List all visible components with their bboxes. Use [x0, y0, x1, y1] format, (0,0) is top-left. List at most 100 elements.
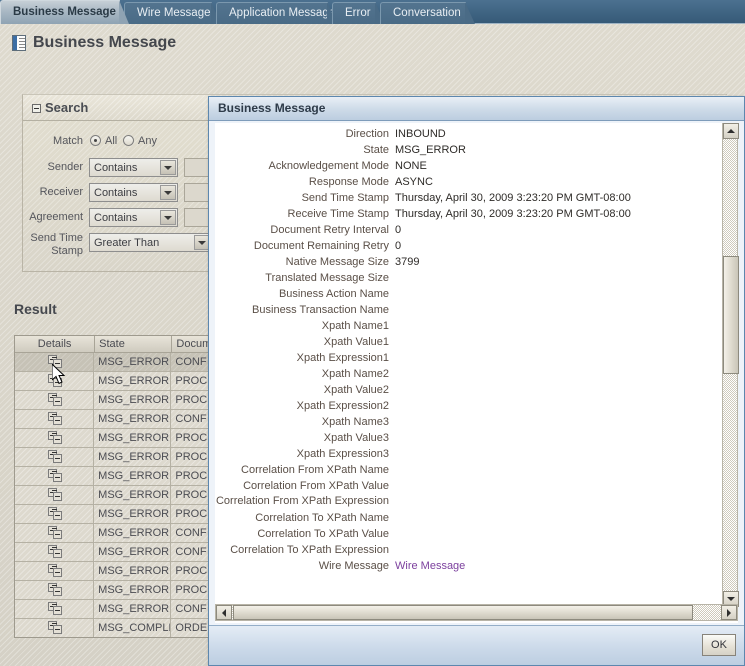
- property-row: Send Time Stamp Thursday, April 30, 2009 …: [215, 190, 705, 206]
- expand-details-icon[interactable]: [48, 469, 63, 483]
- property-label: Xpath Expression3: [296, 448, 389, 460]
- expand-details-icon[interactable]: [48, 621, 63, 635]
- ok-button[interactable]: OK: [702, 634, 736, 656]
- chevron-down-icon[interactable]: [160, 210, 176, 225]
- collapse-minus-icon[interactable]: [32, 104, 41, 113]
- table-row[interactable]: MSG_ERROR CONF: [15, 410, 213, 429]
- table-row[interactable]: MSG_COMPLETEORDE: [15, 619, 213, 637]
- property-row: Correlation From XPath Value: [215, 478, 705, 494]
- tab-wire-message[interactable]: Wire Message: [124, 2, 221, 24]
- scroll-up-button[interactable]: [723, 123, 739, 139]
- property-label: Xpath Value1: [323, 336, 389, 348]
- expand-details-icon[interactable]: [48, 488, 63, 502]
- radio-match-all[interactable]: [90, 135, 101, 146]
- property-label: Business Transaction Name: [252, 304, 389, 316]
- cell-details[interactable]: [15, 524, 95, 542]
- chevron-down-icon[interactable]: [160, 185, 176, 200]
- expand-details-icon[interactable]: [48, 431, 63, 445]
- cell-state: MSG_ERROR: [94, 467, 172, 485]
- property-value: ASYNC: [395, 176, 433, 188]
- send-time-stamp-operator-select[interactable]: Greater Than: [89, 233, 212, 252]
- cell-details[interactable]: [15, 391, 95, 409]
- cell-details[interactable]: [15, 581, 95, 599]
- expand-details-icon[interactable]: [48, 450, 63, 464]
- cell-state: MSG_ERROR: [94, 505, 172, 523]
- cell-details[interactable]: [15, 505, 95, 523]
- cell-details[interactable]: [15, 429, 95, 447]
- cell-details[interactable]: [15, 600, 95, 618]
- property-label: Xpath Value3: [323, 432, 389, 444]
- cell-document: ORDE: [175, 622, 208, 634]
- chevron-down-icon[interactable]: [160, 160, 176, 175]
- table-row[interactable]: MSG_ERROR PROC: [15, 391, 213, 410]
- property-row: Document Retry Interval 0: [215, 222, 705, 238]
- wire-message-link[interactable]: Wire Message: [395, 558, 705, 574]
- table-row[interactable]: MSG_ERROR PROC: [15, 581, 213, 600]
- cell-details[interactable]: [15, 619, 95, 637]
- expand-details-icon[interactable]: [48, 602, 63, 616]
- sender-operator-value: Contains: [94, 161, 138, 174]
- tab-business-message[interactable]: Business Message: [0, 0, 129, 24]
- table-row[interactable]: MSG_ERROR CONF: [15, 524, 213, 543]
- expand-details-icon[interactable]: [48, 564, 63, 578]
- table-row[interactable]: MSG_ERROR CONF: [15, 353, 213, 372]
- property-label: Correlation To XPath Value: [257, 528, 389, 540]
- table-row[interactable]: MSG_ERROR CONF: [15, 600, 213, 619]
- table-row[interactable]: MSG_ERROR PROC: [15, 429, 213, 448]
- table-row[interactable]: MSG_ERROR CONF: [15, 543, 213, 562]
- expand-details-icon[interactable]: [48, 545, 63, 559]
- column-header-document[interactable]: Docum: [171, 336, 213, 352]
- scroll-right-button[interactable]: [721, 605, 737, 620]
- property-row: Business Action Name: [215, 286, 705, 302]
- table-row[interactable]: MSG_ERROR PROC: [15, 448, 213, 467]
- cell-state: MSG_ERROR: [94, 600, 172, 618]
- table-row[interactable]: MSG_ERROR PROC: [15, 505, 213, 524]
- tab-label: Application Message: [229, 7, 336, 19]
- document-icon: [12, 35, 26, 51]
- property-row: Native Message Size 3799: [215, 254, 705, 270]
- expand-details-icon[interactable]: [48, 412, 63, 426]
- expand-details-icon[interactable]: [48, 526, 63, 540]
- search-title: Search: [45, 100, 89, 115]
- expand-details-icon[interactable]: [48, 507, 63, 521]
- vertical-scrollbar-thumb[interactable]: [723, 256, 739, 374]
- dialog-content: Direction INBOUND State MSG_ERROR Acknowledg…: [215, 123, 738, 623]
- cell-document: PROC: [175, 508, 208, 520]
- column-header-details[interactable]: Details: [15, 336, 94, 352]
- horizontal-scrollbar-thumb[interactable]: [233, 605, 693, 620]
- sender-operator-select[interactable]: Contains: [89, 158, 178, 177]
- dialog-titlebar[interactable]: Business Message: [209, 97, 744, 121]
- tab-application-message[interactable]: Application Message: [216, 2, 337, 24]
- cell-details[interactable]: [15, 467, 95, 485]
- agreement-operator-value: Contains: [94, 211, 138, 224]
- expand-details-icon[interactable]: [48, 393, 63, 407]
- property-row: Acknowledgement Mode NONE: [215, 158, 705, 174]
- column-header-state[interactable]: State: [94, 336, 171, 352]
- property-label: State: [363, 144, 389, 156]
- tab-bar: Business Message Wire Message Applicatio…: [0, 0, 745, 24]
- table-row[interactable]: MSG_ERROR PROC: [15, 372, 213, 391]
- cell-details[interactable]: [15, 448, 95, 466]
- cell-details[interactable]: [15, 410, 95, 428]
- cell-state: MSG_ERROR: [94, 543, 172, 561]
- dialog-title: Business Message: [218, 101, 326, 115]
- scroll-left-button[interactable]: [216, 605, 232, 620]
- dialog-vertical-scrollbar[interactable]: [722, 123, 739, 607]
- cell-details[interactable]: [15, 543, 95, 561]
- table-row[interactable]: MSG_ERROR PROC: [15, 486, 213, 505]
- property-row: Business Transaction Name: [215, 302, 705, 318]
- table-row[interactable]: MSG_ERROR PROC: [15, 562, 213, 581]
- cell-details[interactable]: [15, 562, 95, 580]
- expand-details-icon[interactable]: [48, 583, 63, 597]
- dialog-horizontal-scrollbar[interactable]: [215, 604, 738, 621]
- table-row[interactable]: MSG_ERROR PROC: [15, 467, 213, 486]
- cell-details[interactable]: [15, 486, 95, 504]
- property-value: Thursday, April 30, 2009 3:23:20 PM GMT-…: [395, 208, 631, 220]
- property-row: Xpath Expression2: [215, 398, 705, 414]
- agreement-operator-select[interactable]: Contains: [89, 208, 178, 227]
- radio-match-any[interactable]: [123, 135, 134, 146]
- tab-conversation[interactable]: Conversation: [380, 2, 475, 24]
- tab-error[interactable]: Error: [332, 2, 385, 24]
- receiver-operator-select[interactable]: Contains: [89, 183, 178, 202]
- property-label: Send Time Stamp: [301, 192, 389, 204]
